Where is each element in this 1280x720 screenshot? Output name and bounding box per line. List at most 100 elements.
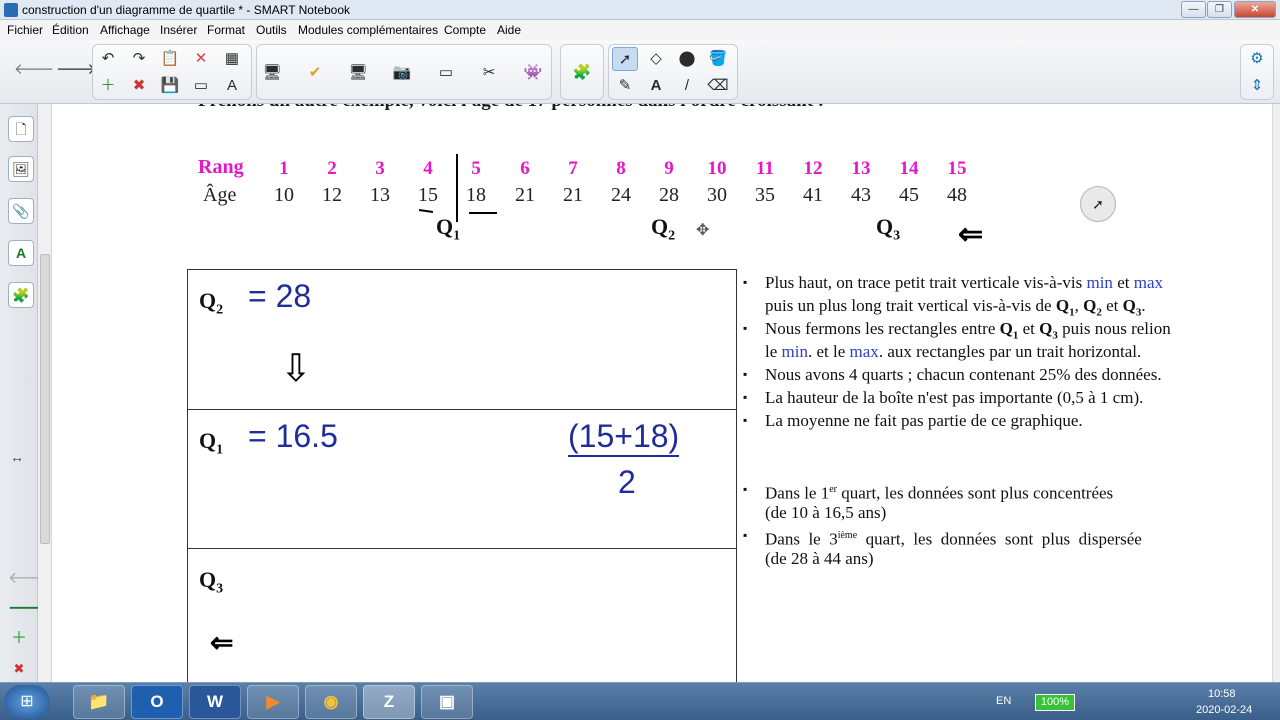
sidebar-back-icon[interactable]: 🡐 <box>8 568 51 590</box>
gear-icon[interactable]: ⚙ <box>1244 47 1270 71</box>
properties-icon[interactable]: A <box>8 240 34 266</box>
full-screen-icon[interactable]: ▭ <box>433 61 459 85</box>
smart-notebook-taskbar-icon[interactable]: Z <box>363 685 415 719</box>
sidebar-add-page-icon[interactable]: ＋ <box>8 628 30 650</box>
line-icon[interactable]: / <box>674 74 700 98</box>
left-scrollbar[interactable] <box>38 104 52 682</box>
screen-shade-icon[interactable]: ▭ <box>188 74 214 98</box>
notebook-page: Prenons un autre exemple, voici l'âge de… <box>53 104 1272 682</box>
gallery-icon[interactable]: 🖼 <box>8 156 34 182</box>
undo-icon[interactable]: ↶ <box>95 47 121 71</box>
rank-cell: 11 <box>756 158 774 179</box>
bullet-b1-cont: (de 10 à 16,5 ans) <box>765 503 887 522</box>
q2-value: = 28 <box>248 278 312 314</box>
menu-affichage[interactable]: Affichage <box>100 23 150 37</box>
taskbar: ⊞ 📁 O W ▶ ◉ Z ▣ EN 100% 10:58 2020-02-24 <box>0 682 1280 720</box>
delete-page-icon[interactable]: ✖ <box>126 74 152 98</box>
bullet-a5: La moyenne ne fait pas partie de ce grap… <box>765 411 1083 430</box>
table-icon[interactable]: ▦ <box>219 47 245 71</box>
pen-icon[interactable]: ✎ <box>612 74 638 98</box>
battery-indicator[interactable]: 100% <box>1035 694 1075 711</box>
age-cell: 13 <box>370 184 390 206</box>
q3-left-arrow-icon: ⇐ <box>210 627 234 658</box>
rank-cell: 9 <box>664 158 674 179</box>
q3-marker: Q3 <box>876 214 901 244</box>
q1-marker: Q1 <box>436 214 461 244</box>
shape-icon[interactable]: ◇ <box>643 47 669 71</box>
text-tool-icon[interactable]: A <box>219 74 245 98</box>
response-icon[interactable]: ✔ <box>302 61 328 85</box>
rank-cell: 5 <box>471 158 481 179</box>
next-page-icon[interactable]: 🡒 <box>56 58 96 82</box>
start-button[interactable]: ⊞ <box>4 685 50 719</box>
menu-format[interactable]: Format <box>207 23 245 37</box>
age-cell: 35 <box>755 184 775 206</box>
save-icon[interactable]: 💾 <box>157 74 183 98</box>
restore-button[interactable]: ❐ <box>1207 1 1232 18</box>
paint-bucket-icon[interactable]: 🪣 <box>705 47 731 71</box>
screen-capture-icon[interactable]: 📷 <box>389 61 415 85</box>
display-icon[interactable]: 🖥 <box>259 61 285 85</box>
age-cell: 21 <box>563 184 583 206</box>
q2-marker: Q2 <box>651 214 676 244</box>
menu-aide[interactable]: Aide <box>497 23 521 37</box>
paste-icon[interactable]: 📋 <box>157 47 183 71</box>
rank-cell: 6 <box>520 158 530 179</box>
add-page-icon[interactable]: ＋ <box>95 74 121 98</box>
text-icon[interactable]: A <box>643 74 669 98</box>
bullet-b2-cont: (de 28 à 44 ans) <box>765 549 874 568</box>
age-cell: 45 <box>899 184 919 206</box>
media-player-icon[interactable]: ▶ <box>247 685 299 719</box>
eraser-icon[interactable]: ⌫ <box>705 74 731 98</box>
crop-icon[interactable]: ✂ <box>476 61 502 85</box>
menu-fichier[interactable]: Fichier <box>7 23 43 37</box>
menu-modules[interactable]: Modules complémentaires <box>298 23 438 37</box>
menu-inserer[interactable]: Insérer <box>160 23 197 37</box>
age-cell: 43 <box>851 184 871 206</box>
app-taskbar-icon[interactable]: ▣ <box>421 685 473 719</box>
move-toolbar-icon[interactable]: ⇕ <box>1244 74 1270 98</box>
expand-icon[interactable]: ↔ <box>6 446 28 468</box>
bullet-list-b: ▪ Dans le 1er quart, les données sont pl… <box>743 478 1263 578</box>
select-arrow-icon[interactable]: ➚ <box>612 47 638 71</box>
q1-box-label: Q1 <box>199 428 224 458</box>
fill-icon[interactable]: ⬤ <box>674 47 700 71</box>
attachments-icon[interactable]: 📎 <box>8 198 34 224</box>
menu-outils[interactable]: Outils <box>256 23 287 37</box>
close-button[interactable]: ✕ <box>1234 1 1276 18</box>
language-indicator[interactable]: EN <box>996 695 1011 707</box>
activity-builder-icon[interactable]: 👾 <box>520 61 546 85</box>
explorer-icon[interactable]: 📁 <box>73 685 125 719</box>
age-cell: 28 <box>659 184 679 206</box>
down-arrow-icon: ⇩ <box>280 348 312 390</box>
underline-15 <box>418 209 434 213</box>
q2-box-label: Q2 <box>199 288 224 318</box>
sidebar-delete-page-icon[interactable]: ✖ <box>8 658 30 680</box>
addons-icon[interactable]: 🧩 <box>8 282 34 308</box>
page-sorter-icon[interactable]: 🗋 <box>8 116 34 142</box>
sidebar-forward-icon[interactable]: 🡒 <box>8 598 51 620</box>
minimize-button[interactable]: — <box>1181 1 1206 18</box>
rank-cell: 2 <box>327 158 337 179</box>
q2-box: Q2 = 28 ⇩ <box>187 269 737 410</box>
chrome-icon[interactable]: ◉ <box>305 685 357 719</box>
delete-icon[interactable]: ✕ <box>188 47 214 71</box>
menu-compte[interactable]: Compte <box>444 23 486 37</box>
clock-date[interactable]: 2020-02-24 <box>1196 704 1252 716</box>
menu-edition[interactable]: Édition <box>52 23 89 37</box>
move-cursor-icon: ✥ <box>696 222 710 239</box>
clock-time[interactable]: 10:58 <box>1208 688 1236 700</box>
scroll-thumb[interactable] <box>40 254 50 544</box>
toolbar: 🡐 🡒 ↶ ↷ 📋 ✕ ▦ ＋ ✖ 💾 ▭ A 🖥 ✔ 🖥 📷 ▭ ✂ 👾 🧩 … <box>0 40 1280 104</box>
redo-icon[interactable]: ↷ <box>126 47 152 71</box>
puzzle-icon[interactable]: 🧩 <box>569 61 595 85</box>
document-camera-icon[interactable]: 🖥 <box>345 61 371 85</box>
smart-notebook-icon <box>4 3 18 17</box>
outlook-icon[interactable]: O <box>131 685 183 719</box>
cut-heading: Prenons un autre exemple, voici l'âge de… <box>198 104 824 112</box>
right-scrollbar[interactable] <box>1272 104 1280 682</box>
rank-cell: 1 <box>279 158 289 179</box>
q1-box: Q1 = 16.5 (15+18) 2 <box>187 409 737 549</box>
word-icon[interactable]: W <box>189 685 241 719</box>
previous-page-icon[interactable]: 🡐 <box>14 58 54 82</box>
